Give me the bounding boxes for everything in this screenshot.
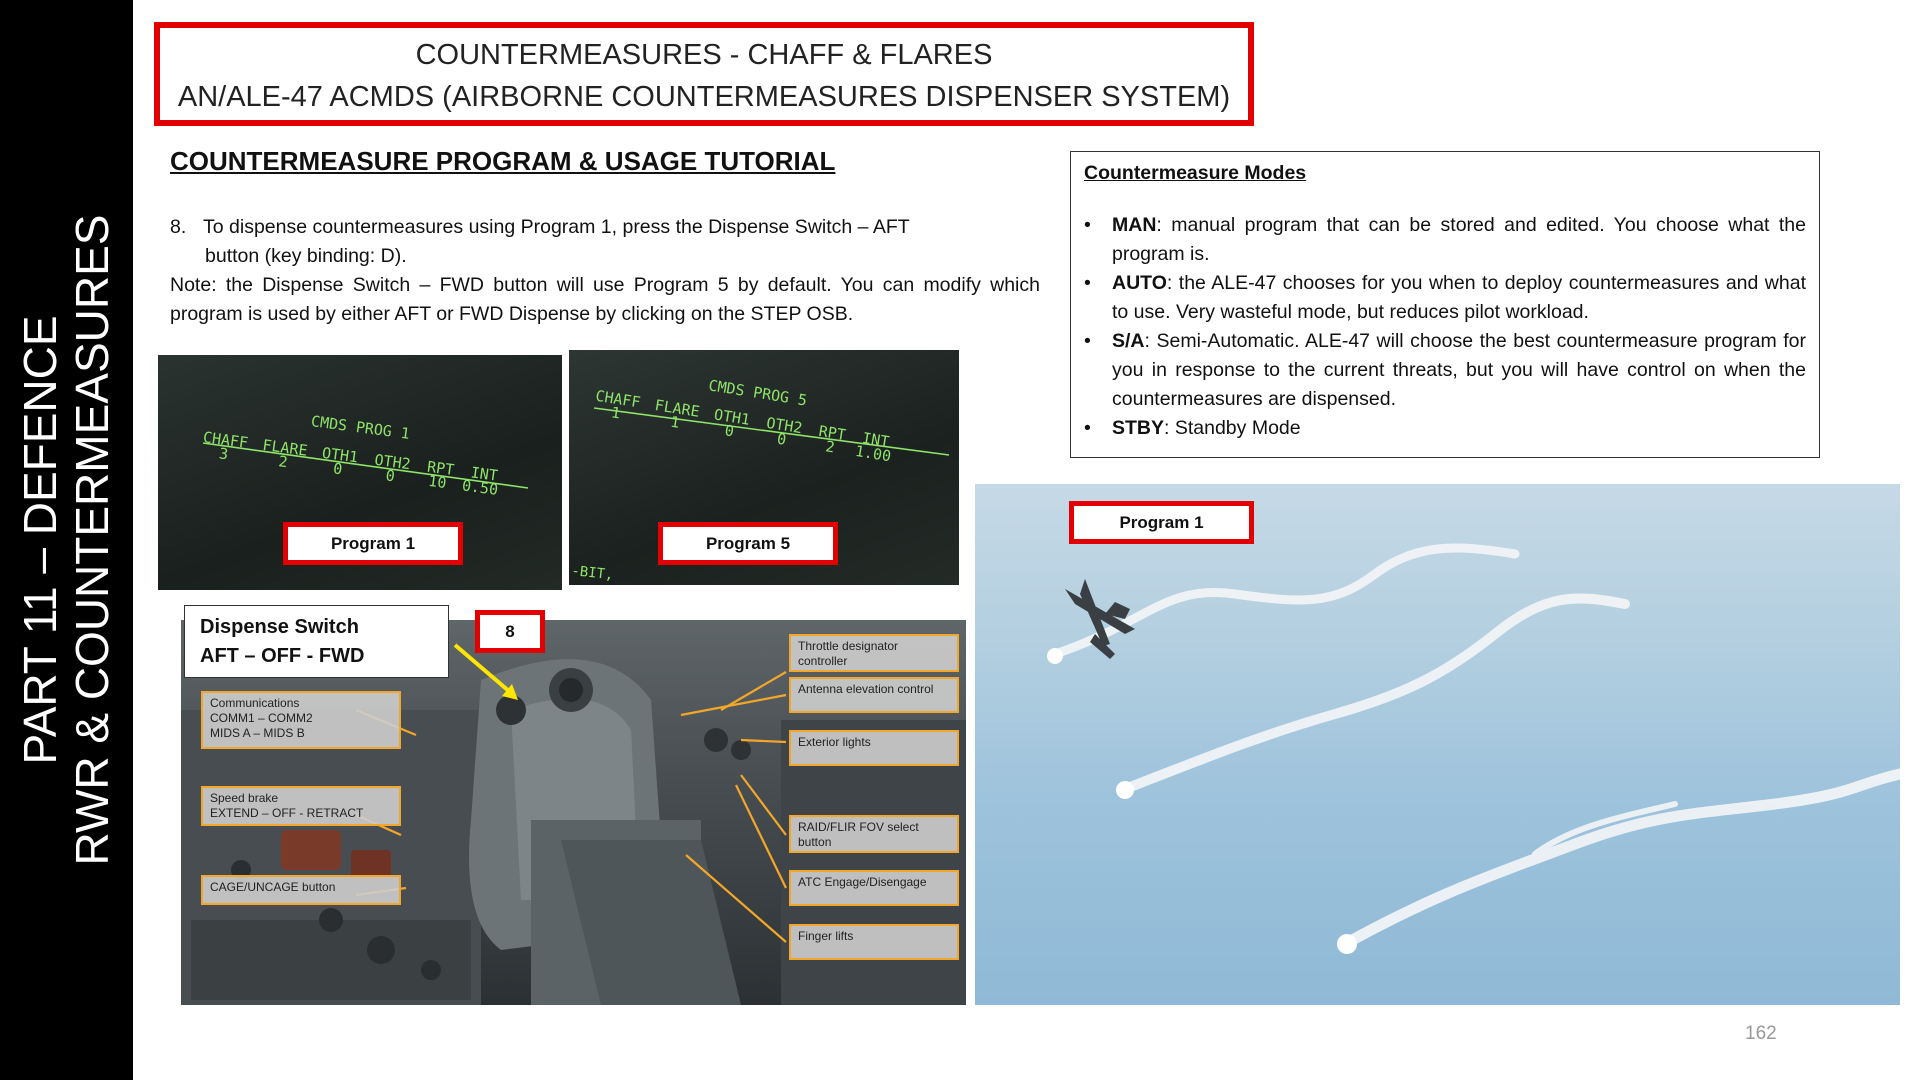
dispense-switch-line2: AFT – OFF - FWD [200,645,365,667]
callout-line: EXTEND – OFF - RETRACT [210,806,364,820]
modes-title: Countermeasure Modes [1084,162,1307,184]
page-title-box: COUNTERMEASURES - CHAFF & FLARES AN/ALE-… [154,22,1254,126]
mode-description: : Semi-Automatic. ALE-47 will choose the… [1112,330,1806,410]
step-marker: 8 [475,610,545,653]
mode-term: STBY [1112,417,1165,439]
page-title-line1: COUNTERMEASURES - CHAFF & FLARES [415,39,993,71]
mfd5-footer: -BIT, [571,563,615,583]
mfd1-col-value: 0 [332,459,343,478]
callout-raid-flir: RAID/FLIR FOV select button [789,815,959,853]
mfd1-header: CMDS PROG 1 [310,412,411,443]
step-text-line2: button (key binding: D). [205,245,407,267]
countermeasure-modes-box: Countermeasure Modes • MAN: manual progra… [1070,151,1820,458]
page-number: 162 [1745,1023,1777,1044]
callout-atc: ATC Engage/Disengage [789,870,959,906]
mfd5-col-value: 2 [824,437,836,456]
callout-exterior-lights: Exterior lights [789,730,959,766]
mfd1-col-value: 2 [278,452,289,471]
program1-caption: Program 1 [283,522,463,565]
callout-line: COMM1 – COMM2 [210,711,313,725]
mode-item-sa: • S/A: Semi-Automatic. ALE-47 will choose… [1084,327,1806,414]
mfd5-col-value: 1 [669,413,681,432]
callout-antenna-elevation: Antenna elevation control [789,677,959,713]
bullet-icon: • [1084,330,1091,352]
step-text-line1: To dispense countermeasures using Progra… [203,216,910,238]
callout-line: RAID/FLIR FOV select [798,820,919,834]
part-title-line2: RWR & COUNTERMEASURES [66,214,118,866]
callout-communications: Communications COMM1 – COMM2 MIDS A – MI… [201,691,401,749]
page-title-line2: AN/ALE-47 ACMDS (AIRBORNE COUNTERMEASURE… [177,81,1231,113]
mode-term: AUTO [1112,272,1167,294]
mfd1-col-value: 0.50 [461,476,499,499]
dispense-switch-label: Dispense Switch AFT – OFF - FWD [184,605,449,678]
side-band: PART 11 – DEFENCE RWR & COUNTERMEASURES [0,0,133,1080]
photo-program1-caption: Program 1 [1069,501,1254,544]
callout-line: MIDS A – MIDS B [210,726,305,740]
flares-illustration [1047,543,1900,954]
callout-finger-lifts: Finger lifts [789,924,959,960]
mode-description: : Standby Mode [1164,417,1301,439]
mode-item-auto: • AUTO: the ALE-47 chooses for you when t… [1084,269,1806,327]
section-heading: COUNTERMEASURE PROGRAM & USAGE TUTORIAL [170,146,836,176]
mfd1-col-value: 3 [218,444,229,463]
mode-item-stby: • STBY: Standby Mode [1084,414,1806,443]
dispense-switch-line1: Dispense Switch [200,616,359,638]
part-title: PART 11 – DEFENCE RWR & COUNTERMEASURES [14,90,118,990]
callout-line: Speed brake [210,791,279,805]
callout-speed-brake: Speed brake EXTEND – OFF - RETRACT [201,786,401,826]
mode-term: MAN [1112,214,1157,236]
mfd5-header: CMDS PROG 5 [707,376,808,409]
bullet-icon: • [1084,417,1091,439]
modes-list: • MAN: manual program that can be stored … [1084,211,1806,443]
mfd1-col-value: 10 [427,472,447,492]
step-number: 8. [170,216,187,238]
callout-line: button [798,835,832,849]
callout-cage-uncage: CAGE/UNCAGE button [201,875,401,905]
bullet-icon: • [1084,272,1091,294]
callout-throttle-designator: Throttle designator controller [789,634,959,672]
callout-line: controller [798,654,848,668]
bullet-icon: • [1084,214,1091,236]
mode-item-man: • MAN: manual program that can be stored … [1084,211,1806,269]
note-paragraph: Note: the Dispense Switch – FWD button w… [170,274,1040,325]
mfd5-col-value: 0 [723,421,735,440]
mfd5-col-value: 1 [610,403,622,422]
mode-term: S/A [1112,330,1145,352]
step-8-paragraph: 8. To dispense countermeasures using Prog… [170,213,1040,271]
mode-description: : the ALE-47 chooses for you when to dep… [1112,272,1806,323]
mfd5-col-value: 0 [776,430,788,449]
mode-description: : manual program that can be stored and … [1112,214,1806,265]
callout-line: Throttle designator [798,639,899,653]
part-title-line1: PART 11 – DEFENCE [14,315,66,765]
callout-line: Communications [210,696,300,710]
jet-flares-photo [975,484,1900,1005]
mfd1-col-value: 0 [385,466,396,485]
program5-caption: Program 5 [658,522,838,565]
